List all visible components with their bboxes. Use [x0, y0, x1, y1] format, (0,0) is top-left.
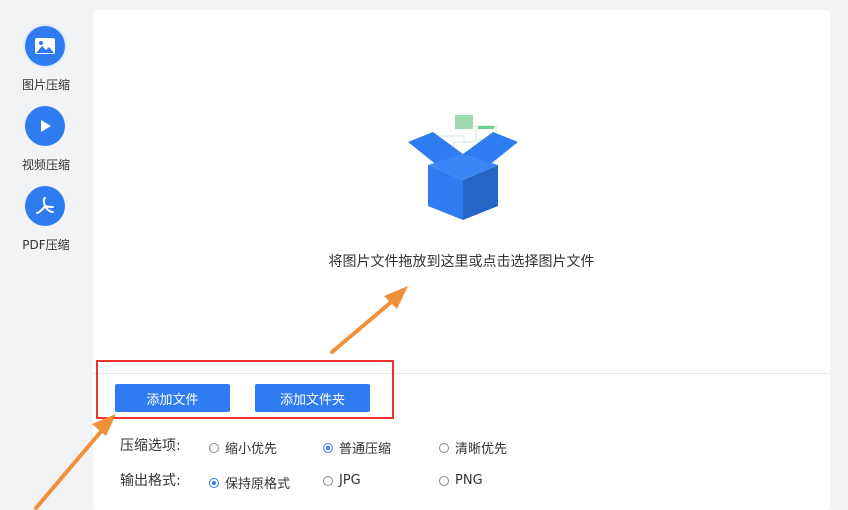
radio-dot: [209, 477, 219, 488]
radio-normal-compress[interactable]: 普通压缩: [323, 438, 391, 457]
radio-keep-format[interactable]: 保持原格式: [209, 473, 290, 492]
sidebar-item-label: 视频压缩: [21, 158, 70, 172]
open-box-icon: [408, 115, 518, 220]
radio-label: 缩小优先: [225, 442, 278, 457]
output-format-row: 输出格式:: [120, 469, 200, 491]
radio-dot: [439, 475, 449, 486]
radio-dot: [323, 442, 333, 453]
radio-dot: [209, 442, 219, 453]
add-folder-button[interactable]: 添加文件夹: [255, 384, 370, 412]
play-icon: [25, 106, 65, 146]
radio-label: JPG: [339, 473, 361, 488]
sidebar-item-video-compress[interactable]: 视频压缩: [0, 106, 92, 178]
drop-zone[interactable]: 将图片文件拖放到这里或点击选择图片文件: [93, 10, 830, 373]
image-icon: [25, 26, 65, 66]
radio-label: PNG: [455, 473, 483, 488]
radio-label: 清晰优先: [455, 442, 508, 457]
radio-dot: [323, 475, 333, 486]
sidebar: 图片压缩 视频压缩 PDF压缩: [0, 0, 92, 510]
sidebar-item-label: 图片压缩: [21, 78, 70, 92]
radio-clarity-priority[interactable]: 清晰优先: [439, 438, 507, 457]
sidebar-item-pdf-compress[interactable]: PDF压缩: [0, 186, 92, 258]
drop-zone-text: 将图片文件拖放到这里或点击选择图片文件: [328, 254, 595, 270]
compress-options-label: 压缩选项:: [120, 438, 181, 454]
sidebar-item-label: PDF压缩: [22, 238, 70, 252]
compress-options-row: 压缩选项:: [120, 434, 200, 456]
radio-shrink-priority[interactable]: 缩小优先: [209, 438, 277, 457]
radio-png[interactable]: PNG: [439, 473, 483, 488]
divider: [93, 373, 830, 374]
pdf-icon: [25, 186, 65, 226]
radio-jpg[interactable]: JPG: [323, 473, 361, 488]
main-panel: 将图片文件拖放到这里或点击选择图片文件 添加文件 添加文件夹 压缩选项: 缩小优…: [93, 10, 830, 510]
sidebar-item-image-compress[interactable]: 图片压缩: [0, 26, 92, 98]
radio-label: 普通压缩: [339, 442, 392, 457]
radio-label: 保持原格式: [225, 477, 291, 492]
add-file-button[interactable]: 添加文件: [115, 384, 230, 412]
radio-dot: [439, 442, 449, 453]
output-format-label: 输出格式:: [120, 473, 181, 489]
